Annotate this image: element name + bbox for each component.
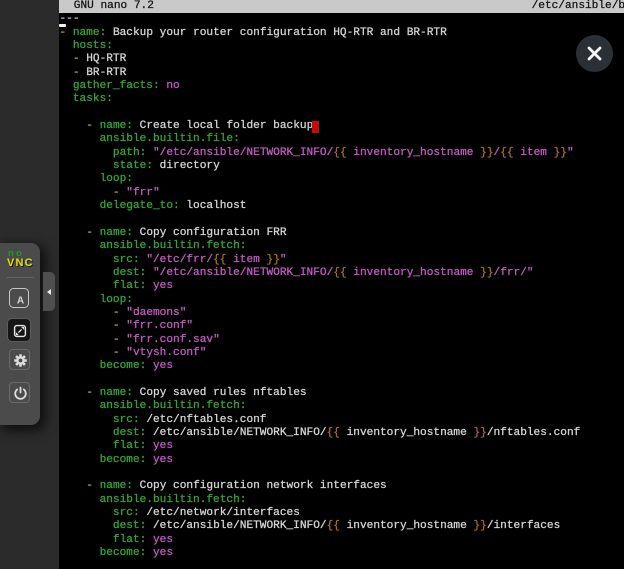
svg-text:A: A bbox=[17, 295, 24, 306]
